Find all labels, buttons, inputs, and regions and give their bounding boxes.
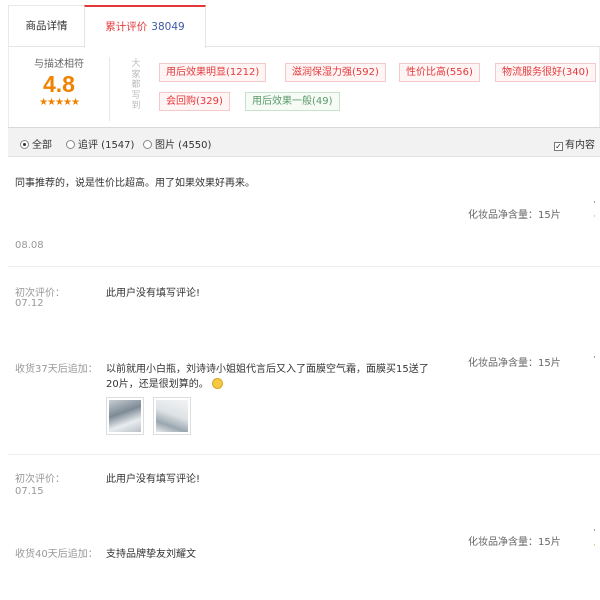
initial-review-date: 07.12 [15, 298, 44, 309]
append-review-text-line2-content: 20片，还是很划算的。 [106, 379, 209, 390]
filter-all-label: 全部 [32, 140, 52, 151]
tab-bar: 商品详情 累计评价 38049 [8, 5, 600, 48]
tag-effect-average[interactable]: 用后效果一般(49) [245, 92, 340, 111]
review-divider [8, 454, 600, 455]
append-review-text: 支持品牌挚友刘耀文 [106, 549, 196, 560]
review-spec: 化妆品净含量：15片 [468, 210, 561, 221]
review-photo-image [156, 400, 188, 432]
rating-label: 与描述相符 [34, 59, 84, 70]
radio-checked-icon[interactable] [20, 140, 29, 149]
rating-box: 与描述相符 4.8 ★★★★★ [9, 55, 109, 108]
filter-append[interactable]: 追评 (1547) [66, 136, 134, 151]
append-review-text-line2: 20片，还是很划算的。 [106, 375, 223, 390]
reviewer-level-cut: · [593, 541, 596, 551]
review-divider [8, 266, 600, 267]
review-photo-thumbnail[interactable] [153, 397, 191, 435]
radio-icon[interactable] [66, 140, 75, 149]
review-spec: 化妆品净含量：15片 [468, 537, 561, 548]
filter-bar: 全部 追评 (1547) 图片 (4550) ✓ 有内容 [8, 127, 600, 157]
initial-review-label: 初次评价： [15, 288, 65, 299]
reviewer-name-cut: · [593, 526, 596, 536]
review-photo-thumbnail[interactable] [106, 397, 144, 435]
radio-icon[interactable] [143, 140, 152, 149]
filter-pictures[interactable]: 图片 (4550) [143, 136, 211, 151]
tab-product-details[interactable]: 商品详情 [8, 5, 84, 47]
reviewer-level-cut: · [593, 212, 596, 222]
initial-review-text: 此用户没有填写评论! [106, 474, 201, 485]
summary-divider [109, 57, 110, 121]
filter-append-label: 追评 (1547) [78, 140, 135, 151]
reviewer-name-cut: · [593, 353, 596, 363]
tag-repurchase[interactable]: 会回购(329) [159, 92, 230, 111]
checkbox-checked-icon[interactable]: ✓ [554, 142, 563, 151]
star-rating-icon: ★★★★★ [39, 97, 80, 108]
everyone-mentions-label: 大家都写到 [131, 59, 141, 111]
tag-effect-obvious[interactable]: 用后效果明显(1212) [159, 63, 267, 82]
review-date: 08.08 [15, 240, 44, 251]
rating-score: 4.8 [43, 71, 75, 97]
append-review-label: 收货37天后追加： [15, 364, 98, 375]
review-count: 38049 [151, 21, 185, 33]
reviewer-name-cut: · [593, 198, 596, 208]
initial-review-text: 此用户没有填写评论! [106, 288, 201, 299]
review-photo-image [109, 400, 141, 432]
smile-emoji-icon [211, 378, 223, 389]
tag-logistics[interactable]: 物流服务很好(340) [495, 63, 596, 82]
tab-cumulative-reviews[interactable]: 累计评价 38049 [84, 5, 206, 48]
review-text: 同事推荐的，说是性价比超高。用了如果效果好再来。 [15, 178, 255, 189]
tab-reviews-label: 累计评价 [105, 21, 148, 33]
filter-has-content-label: 有内容 [565, 140, 595, 151]
tag-moisturizing[interactable]: 滋润保湿力强(592) [285, 63, 386, 82]
tag-cost-effective[interactable]: 性价比高(556) [399, 63, 480, 82]
rating-summary: 与描述相符 4.8 ★★★★★ 大家都写到 用后效果明显(1212) 滋润保湿力… [8, 47, 600, 127]
append-review-label: 收货40天后追加： [15, 549, 98, 560]
review-spec: 化妆品净含量：15片 [468, 358, 561, 369]
filter-all[interactable]: 全部 [20, 136, 52, 151]
filter-pictures-label: 图片 (4550) [155, 140, 212, 151]
initial-review-label: 初次评价： [15, 474, 65, 485]
append-review-text-line1: 以前就用小白瓶，刘诗诗小姐姐代言后又入了面膜空气霜，面膜买15送了 [106, 364, 429, 375]
initial-review-date: 07.15 [15, 486, 44, 497]
filter-has-content[interactable]: ✓ 有内容 [554, 136, 595, 151]
